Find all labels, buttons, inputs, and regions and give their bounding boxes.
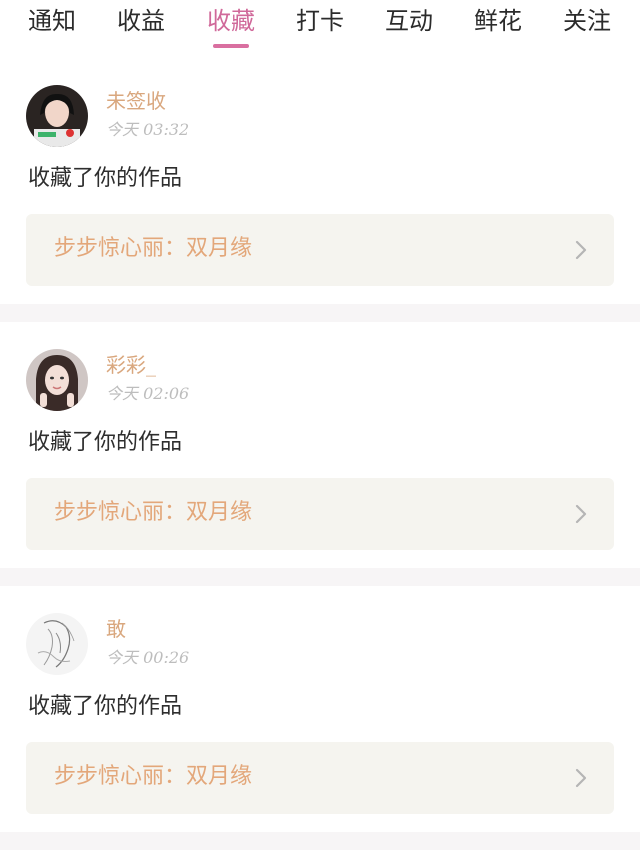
tab-bar: 通知 收益 收藏 打卡 互动 鲜花 关注 (0, 0, 640, 58)
tab-following[interactable]: 关注 (563, 6, 611, 36)
work-link[interactable]: 步步惊心丽：双月缘 (26, 478, 614, 550)
timestamp: 今天 03:32 (106, 120, 190, 139)
action-text: 收藏了你的作品 (28, 166, 183, 191)
chevron-right-icon (575, 768, 587, 788)
divider (0, 568, 640, 586)
tab-notifications[interactable]: 通知 (28, 6, 76, 36)
action-text: 收藏了你的作品 (28, 430, 183, 455)
tab-earnings[interactable]: 收益 (117, 6, 165, 36)
avatar[interactable] (26, 613, 88, 675)
active-tab-indicator (213, 44, 249, 48)
work-link[interactable]: 步步惊心丽：双月缘 (26, 214, 614, 286)
timestamp: 今天 00:26 (106, 648, 190, 667)
tab-favorites[interactable]: 收藏 (207, 6, 255, 36)
chevron-right-icon (575, 240, 587, 260)
notification-feed: 未签收 今天 03:32 收藏了你的作品 步步惊心丽：双月缘 彩彩_ 今天 02… (0, 58, 640, 850)
timestamp: 今天 02:06 (106, 384, 190, 403)
chevron-right-icon (575, 504, 587, 524)
work-title: 步步惊心丽：双月缘 (54, 500, 253, 525)
user-avatar-sketch-icon (26, 613, 88, 675)
divider (0, 832, 640, 850)
action-text: 收藏了你的作品 (28, 694, 183, 719)
notification-card: 敢 今天 00:26 收藏了你的作品 步步惊心丽：双月缘 (0, 586, 640, 832)
user-avatar-photo-icon (26, 349, 88, 411)
user-name[interactable]: 彩彩_ (106, 352, 156, 378)
tab-interaction[interactable]: 互动 (385, 6, 433, 36)
tab-flowers[interactable]: 鲜花 (474, 6, 522, 36)
work-link[interactable]: 步步惊心丽：双月缘 (26, 742, 614, 814)
user-avatar-photo-icon (26, 85, 88, 147)
notification-card: 彩彩_ 今天 02:06 收藏了你的作品 步步惊心丽：双月缘 (0, 322, 640, 568)
divider (0, 304, 640, 322)
work-title: 步步惊心丽：双月缘 (54, 764, 253, 789)
user-name[interactable]: 未签收 (106, 88, 166, 114)
notification-card: 未签收 今天 03:32 收藏了你的作品 步步惊心丽：双月缘 (0, 58, 640, 304)
user-name[interactable]: 敢 (106, 616, 126, 642)
tab-check-in[interactable]: 打卡 (296, 6, 344, 36)
avatar[interactable] (26, 85, 88, 147)
work-title: 步步惊心丽：双月缘 (54, 236, 253, 261)
avatar[interactable] (26, 349, 88, 411)
